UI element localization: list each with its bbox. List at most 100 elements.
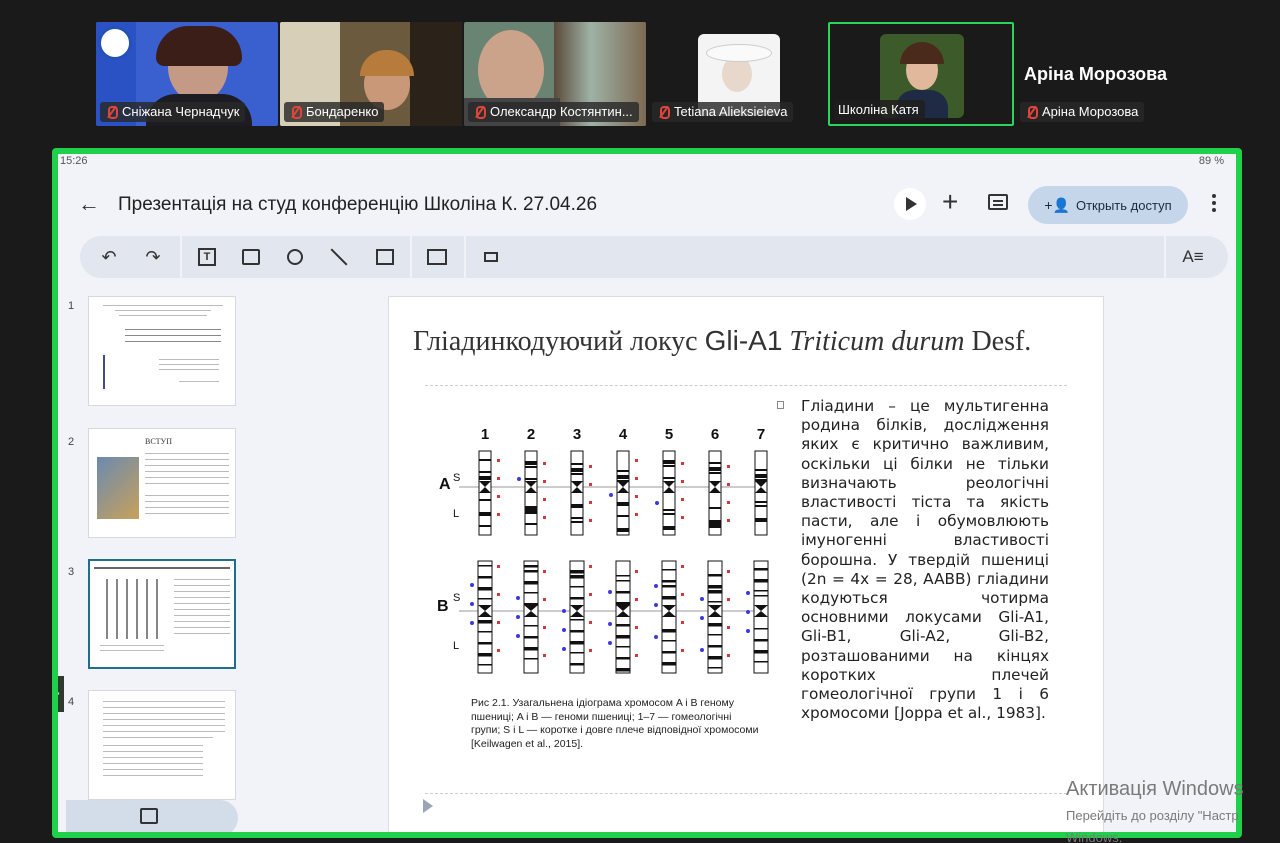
thumbnail-heading: ВСТУП (145, 437, 172, 446)
marker-red (727, 519, 730, 522)
band-b (708, 634, 722, 636)
band-a (755, 501, 767, 503)
document-title[interactable]: Презентація на студ конференцію Школіна … (118, 194, 597, 216)
slide-thumbnail-4[interactable] (88, 690, 236, 800)
thumbnail-number: 2 (68, 436, 75, 448)
band-b (662, 651, 676, 654)
marker-red (543, 570, 546, 573)
band-b (478, 576, 492, 579)
band-a (709, 524, 721, 528)
band-b (524, 636, 538, 639)
marker-red (497, 495, 500, 498)
title-divider (425, 385, 1067, 386)
band-b (570, 575, 584, 579)
band-b (616, 580, 630, 582)
arrow-left-icon[interactable]: ← (78, 192, 104, 218)
band-b (662, 569, 676, 571)
marker-red (589, 565, 592, 568)
band-b (478, 565, 492, 567)
mic-off-icon (656, 105, 670, 119)
slide-title[interactable]: Гліадинкодуючий локус Gli-A1 Triticum du… (413, 325, 1031, 358)
marker-blue (562, 647, 566, 651)
band-b (570, 597, 584, 600)
band-b (478, 598, 492, 600)
share-button[interactable]: +👤 Открыть доступ (1028, 186, 1188, 224)
band-b (570, 570, 584, 574)
band-b (708, 623, 722, 627)
band-a (525, 466, 537, 468)
status-battery: 89 % (1198, 155, 1224, 167)
band-b (478, 620, 492, 624)
band-b (570, 586, 584, 588)
band-a (755, 505, 767, 507)
band-b (616, 646, 630, 648)
text-box-icon[interactable]: T (194, 244, 220, 270)
marker-red (497, 621, 500, 624)
marker-blue (700, 597, 704, 601)
redo-icon[interactable]: ↷ (140, 244, 166, 270)
present-play-icon[interactable] (894, 188, 926, 220)
marker-blue (517, 477, 521, 481)
shapes-icon[interactable] (282, 244, 308, 270)
slide-thumbnail-3-selected[interactable] (88, 559, 236, 669)
marker-red (635, 654, 638, 657)
editing-toolbar: ↶ ↷ T A≡ (80, 236, 1228, 278)
band-b (662, 580, 676, 583)
image-icon[interactable] (238, 244, 264, 270)
comment-icon[interactable] (988, 194, 1008, 210)
marker-red (589, 519, 592, 522)
participant-tile[interactable]: Олександр Костянтин... (464, 22, 646, 126)
marker-red (497, 459, 500, 462)
band-a (663, 477, 675, 479)
add-icon[interactable]: + (942, 186, 958, 218)
bullet-marker (777, 401, 784, 409)
status-time: 15:26 (60, 155, 88, 167)
marker-red (635, 477, 638, 480)
layout-icon[interactable] (424, 244, 450, 270)
thumbnail-number: 3 (68, 566, 75, 578)
band-a (617, 515, 629, 517)
band-a (571, 463, 583, 465)
text-format-icon[interactable]: A≡ (1180, 244, 1206, 270)
arm-long-label-a: L (453, 508, 459, 520)
slide-thumbnail-1[interactable] (88, 296, 236, 406)
participant-tile[interactable]: Бондаренко (280, 22, 462, 126)
participant-tile[interactable]: Сніжана Чернадчук (96, 22, 278, 126)
group-number-label: 6 (711, 426, 719, 443)
marker-blue (655, 501, 659, 505)
participant-tile-active-speaker[interactable]: Школіна Катя (828, 22, 1014, 126)
band-a (709, 462, 721, 464)
marker-blue (516, 615, 520, 619)
marker-blue (700, 648, 704, 652)
band-b (616, 591, 630, 594)
marker-blue (746, 610, 750, 614)
new-slide-button[interactable] (66, 800, 238, 832)
band-a (617, 470, 629, 472)
format-paint-icon[interactable] (478, 244, 504, 270)
slide-body-text[interactable]: Гліадини – це мультигенна родина білків,… (801, 397, 1049, 723)
line-icon[interactable] (326, 244, 352, 270)
more-vert-icon[interactable] (1212, 194, 1216, 212)
band-b (524, 565, 538, 568)
slide-canvas[interactable]: Гліадинкодуючий локус Gli-A1 Triticum du… (388, 296, 1104, 832)
marker-red (727, 626, 730, 629)
toolbar-divider (180, 236, 182, 278)
group-number-label: 2 (527, 426, 535, 443)
group-number-label: 5 (665, 426, 673, 443)
band-b (524, 603, 538, 606)
side-panel-handle[interactable]: › (58, 676, 64, 712)
undo-icon[interactable]: ↶ (96, 244, 122, 270)
band-a (709, 472, 721, 474)
band-b (524, 625, 538, 627)
notes-expand-icon[interactable] (423, 799, 433, 813)
marker-red (497, 477, 500, 480)
mic-off-icon (288, 105, 302, 119)
band-a (663, 460, 675, 464)
slide-thumbnail-2[interactable]: ВСТУП (88, 428, 236, 538)
band-b (754, 661, 768, 663)
participant-name-tag: Tetiana Alieksieieva (652, 102, 794, 122)
table-icon[interactable] (372, 244, 398, 270)
shared-screen: 15:26 89 % ← Презентація на студ конфере… (52, 148, 1242, 838)
band-a (479, 476, 491, 480)
participant-tile[interactable]: Tetiana Alieksieieva (648, 22, 826, 126)
